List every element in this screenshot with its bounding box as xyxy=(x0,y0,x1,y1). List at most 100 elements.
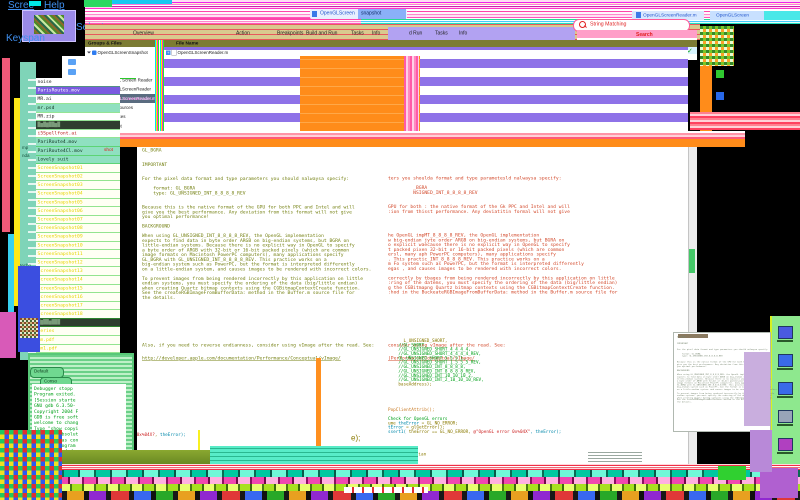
desktop-icon[interactable] xyxy=(778,438,793,451)
code-block-error-check: Check for OpenGL errorsume theError = GL… xyxy=(388,417,688,434)
finder-list-item[interactable]: i5Spellfont.ai xyxy=(36,130,120,139)
glitch-bar xyxy=(8,234,14,312)
glitch-square xyxy=(716,70,724,78)
glitch-block xyxy=(0,312,16,358)
finder-list-item[interactable]: ScreenSnapshot14 xyxy=(36,276,120,285)
project-icon xyxy=(92,50,97,55)
toolbar-tasks-button[interactable]: Tasks xyxy=(351,31,364,36)
finder-list-item[interactable]: ScreenSnapshot12 xyxy=(36,258,120,267)
finder-list-item[interactable]: MR.ai xyxy=(36,95,120,104)
glitch-band xyxy=(690,112,800,130)
glitch-block xyxy=(744,352,770,426)
glitch-block xyxy=(300,56,420,131)
glitch-taskbar-row xyxy=(0,477,800,484)
finder-list-header-rows xyxy=(62,56,136,79)
scrollbar-thumb[interactable] xyxy=(689,249,695,273)
finder-list-item[interactable]: ScreenSnapshot10 xyxy=(36,241,120,250)
finder-list-item[interactable]: ScreenSnapshot11 xyxy=(36,250,120,259)
finder-list-item[interactable]: █▇██▆███ xyxy=(36,319,120,328)
finder-list-item[interactable]: ScreenSnapshot08 xyxy=(36,224,120,233)
finder-list-item[interactable]: sm1.pdf xyxy=(36,344,120,353)
groups-and-files-header: Groups & Files xyxy=(88,41,122,47)
glitch-band xyxy=(85,0,800,9)
finder-list-item[interactable]: sm.pdf xyxy=(36,336,120,345)
glitch-toolbar-label: Tasks xyxy=(435,31,448,36)
mini-line: the details. xyxy=(677,401,800,403)
glitch-text-fragment: nda xyxy=(22,153,30,158)
glitch-block xyxy=(750,430,772,472)
code-line: baseAddress); xyxy=(388,382,688,386)
window-title-selected-text: snapshot xyxy=(361,11,381,16)
glitch-taskbar-segment xyxy=(344,487,428,493)
finder-list-item[interactable]: ScreenSnapshot04 xyxy=(36,190,120,199)
search-column-header: Search xyxy=(636,32,653,38)
glitch-toolbar-label: d Run xyxy=(409,31,422,36)
finder-list-item[interactable]: ParisRoutes.mov xyxy=(36,87,120,96)
desktop-label-keyspan: Keyspan xyxy=(6,33,45,44)
finder-list-item[interactable]: ScreenSnapshot15 xyxy=(36,284,120,293)
glitch-noise-block xyxy=(700,26,734,66)
checkbox-plus-icon[interactable]: + xyxy=(166,50,171,55)
glitch-noise-block xyxy=(0,430,62,500)
folder-icon xyxy=(68,69,76,75)
search-input-value: String Matching xyxy=(590,21,626,27)
glitch-noise-block xyxy=(20,318,38,338)
tree-item-label: OpenGLScreenSnapshot xyxy=(98,50,148,55)
code-line: · error 0x%04X?, theError); xyxy=(116,433,366,437)
toolbar-action-button[interactable]: Action xyxy=(236,31,250,36)
folder-icon xyxy=(68,59,76,65)
finder-list-item[interactable]: Lovely suit xyxy=(36,155,120,164)
glitch-band xyxy=(84,0,112,7)
glitch-block xyxy=(18,266,40,352)
toolbar-info-button[interactable]: Info xyxy=(372,31,380,36)
finder-list-item[interactable]: noise xyxy=(36,78,120,87)
finder-list-item[interactable]: ScreenSnapshot05 xyxy=(36,198,120,207)
finder-list-item[interactable]: ScreenSnapshot06 xyxy=(36,207,120,216)
disclosure-open-icon[interactable] xyxy=(87,52,91,56)
search-icon xyxy=(579,21,586,28)
window-title: OpenGLScreen xyxy=(320,11,355,16)
file-list-row[interactable]: + OpenGLScreenReader.m xyxy=(165,48,315,57)
glitch-block xyxy=(760,468,798,498)
toolbar-build-and-run-button[interactable]: Build and Run xyxy=(306,31,337,36)
glitch-bar xyxy=(2,58,10,232)
finder-list-item[interactable]: MR.zip xyxy=(36,112,120,121)
glitch-code-fragment: · error 0x%04X?, theError); xyxy=(116,433,366,437)
finder-list-item[interactable]: PariRoute4.mov xyxy=(36,138,120,147)
finder-list-item[interactable]: ScreenSnapshot02 xyxy=(36,173,120,182)
document-icon xyxy=(312,11,317,17)
glitch-mini-textbox xyxy=(588,452,642,464)
glitch-block xyxy=(718,466,746,480)
glitch-band xyxy=(85,139,745,147)
file-row-label: OpenGLScreenReader.m xyxy=(178,50,229,55)
code-line: ssert1( theError == GL_NO_ERROR, @"OpenG… xyxy=(388,430,688,434)
panel-headers: Groups & Files File Name xyxy=(85,40,697,47)
glitch-code-fragment: e); xyxy=(351,434,401,443)
glitch-mini-document: GL_BGRA IMPORTANT For the pixel data for… xyxy=(677,336,800,403)
desktop-icon[interactable] xyxy=(778,410,793,423)
source-line: the details. xyxy=(142,295,632,300)
glitch-text-fragment: mp xyxy=(22,145,28,150)
glitch-band xyxy=(85,131,745,139)
finder-list-item[interactable]: █▆█▇██▆█ xyxy=(36,121,120,130)
glitch-block xyxy=(210,446,418,464)
code-block-popattrib: PopClientAttrib(); xyxy=(388,408,688,412)
finder-list-item[interactable]: ScreenSnapshot01 xyxy=(36,164,120,173)
finder-list-item[interactable]: ScreenSnapshot07 xyxy=(36,216,120,225)
toolbar-overview-button[interactable]: Overview xyxy=(133,31,154,36)
finder-list-item[interactable]: mr.psd xyxy=(36,104,120,113)
document-icon xyxy=(636,12,641,18)
finder-list-item[interactable]: ScreenSnapshot09 xyxy=(36,233,120,242)
console-button-label: Conso xyxy=(44,379,57,384)
finder-list-item[interactable]: ScreenSnapshot13 xyxy=(36,267,120,276)
finder-list-item[interactable]: ScreenSnapshot18 xyxy=(36,310,120,319)
tab-label: OpenGLScreenReader.m xyxy=(643,13,697,18)
finder-list-item[interactable]: ScreenSnapshot17 xyxy=(36,301,120,310)
finder-list-item[interactable]: ScreenSnapshot03 xyxy=(36,181,120,190)
finder-list-item[interactable]: ScreenSnapshot16 xyxy=(36,293,120,302)
glitch-band xyxy=(112,0,172,4)
glitch-duplicate-text: ters you shoulda format and type paramet… xyxy=(388,176,718,295)
finder-list-item[interactable]: series xyxy=(36,327,120,336)
file-name-column-header[interactable]: File Name xyxy=(176,41,198,47)
toolbar-breakpoints-button[interactable]: Breakpoints xyxy=(277,31,303,36)
